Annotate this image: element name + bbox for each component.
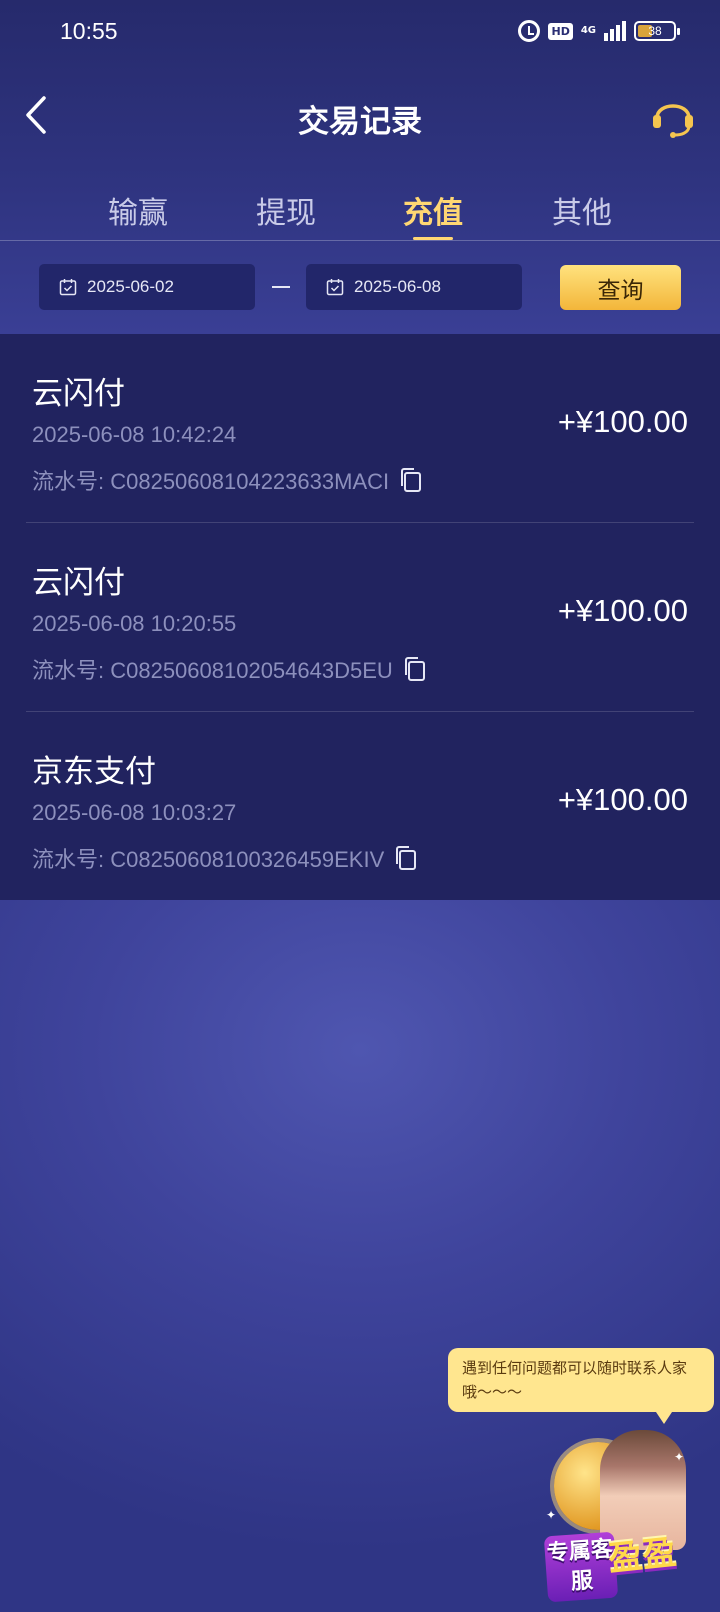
signal-icon xyxy=(604,21,626,41)
status-bar: 10:55 HD 4G 38 xyxy=(0,0,720,66)
serial-number: 流水号: C08250608104223633MACI xyxy=(32,469,390,494)
network-type: 4G xyxy=(580,25,596,36)
status-icons: HD 4G 38 xyxy=(518,20,680,42)
status-time: 10:55 xyxy=(60,18,118,44)
sparkle-icon: ✦ xyxy=(546,1508,557,1522)
page-title: 交易记录 xyxy=(298,104,422,140)
transaction-amount: +¥100.00 xyxy=(557,404,688,439)
transaction-time: 2025-06-08 10:03:27 xyxy=(32,800,237,825)
serial-row: 流水号: C08250608104223633MACI xyxy=(32,464,423,496)
battery-level: 38 xyxy=(648,24,662,38)
alarm-icon xyxy=(518,20,541,42)
end-date-picker[interactable]: 2025-06-08 xyxy=(306,264,522,310)
transaction-time: 2025-06-08 10:20:55 xyxy=(32,611,237,636)
serial-row: 流水号: C08250608102054643D5EU xyxy=(32,653,427,685)
transaction-amount: +¥100.00 xyxy=(557,593,688,628)
customer-service-bubble[interactable]: 遇到任何问题都可以随时联系人家哦～～～ xyxy=(448,1348,714,1424)
copy-icon[interactable] xyxy=(394,845,418,871)
payment-channel: 京东支付 xyxy=(32,754,156,790)
headset-icon xyxy=(653,104,693,138)
transaction-list: 云闪付 2025-06-08 10:42:24 流水号: C0825060810… xyxy=(0,334,720,900)
start-date-value: 2025-06-02 xyxy=(87,277,174,296)
payment-channel: 云闪付 xyxy=(32,376,125,412)
tab-bar: 输赢 提现 充值 其他 xyxy=(0,188,720,242)
serial-number: 流水号: C08250608100326459EKIV xyxy=(32,847,385,872)
date-range-separator xyxy=(272,286,290,288)
hd-icon: HD xyxy=(548,22,573,40)
list-item[interactable]: 云闪付 2025-06-08 10:42:24 流水号: C0825060810… xyxy=(0,334,720,523)
end-date-value: 2025-06-08 xyxy=(354,277,441,296)
tab-win-loss[interactable]: 输赢 xyxy=(78,188,198,232)
battery-icon: 38 xyxy=(634,21,680,41)
transaction-amount: +¥100.00 xyxy=(557,782,688,817)
serial-row: 流水号: C08250608100326459EKIV xyxy=(32,842,418,874)
start-date-picker[interactable]: 2025-06-02 xyxy=(39,264,255,310)
calendar-icon xyxy=(59,279,77,296)
list-item[interactable]: 京东支付 2025-06-08 10:03:27 流水号: C082506081… xyxy=(0,712,720,901)
calendar-icon xyxy=(326,279,344,296)
serial-number: 流水号: C08250608102054643D5EU xyxy=(32,658,393,683)
navigation-header: 交易记录 xyxy=(0,80,720,152)
tab-withdraw[interactable]: 提现 xyxy=(226,188,346,232)
customer-service-widget[interactable]: ✦ ✦ 专属客服 盈盈 xyxy=(543,1430,714,1608)
customer-support-button[interactable] xyxy=(648,90,698,140)
customer-service-badge: 专属客服 盈盈 xyxy=(543,1524,708,1603)
copy-icon[interactable] xyxy=(399,467,423,493)
tab-recharge[interactable]: 充值 xyxy=(373,188,493,232)
badge-agent-name: 盈盈 xyxy=(606,1532,679,1580)
query-button[interactable]: 查询 xyxy=(560,265,681,310)
payment-channel: 云闪付 xyxy=(32,565,125,601)
copy-icon[interactable] xyxy=(403,656,427,682)
transaction-time: 2025-06-08 10:42:24 xyxy=(32,422,237,447)
tabs-divider xyxy=(0,240,720,241)
list-item[interactable]: 云闪付 2025-06-08 10:20:55 流水号: C0825060810… xyxy=(0,523,720,712)
sparkle-icon: ✦ xyxy=(674,1450,685,1464)
tab-other[interactable]: 其他 xyxy=(522,188,642,232)
